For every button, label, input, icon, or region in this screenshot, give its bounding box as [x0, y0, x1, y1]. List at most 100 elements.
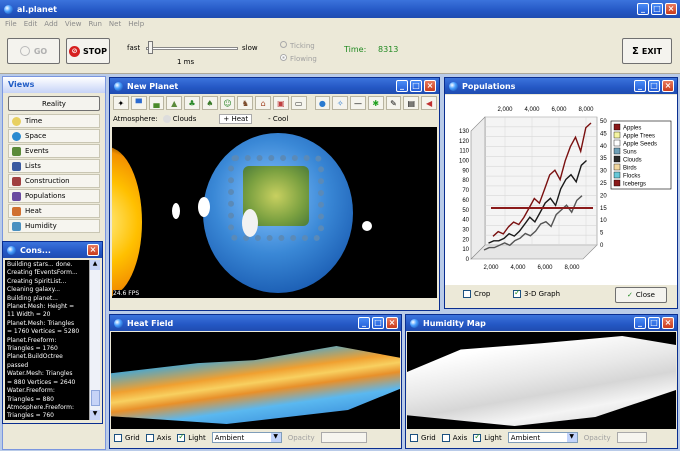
menu-view[interactable]: View [65, 20, 82, 28]
screen-tool[interactable]: ▭ [290, 96, 307, 110]
humidity-axis-checkbox[interactable]: Axis [441, 433, 467, 442]
close-button[interactable]: × [665, 3, 677, 15]
home-tool[interactable]: ⌂ [255, 96, 272, 110]
view-space[interactable]: Space [8, 129, 100, 143]
cloud-4 [362, 221, 372, 231]
exit-button[interactable]: Σ EXIT [622, 38, 672, 64]
spray-tool[interactable]: ✎ [385, 96, 402, 110]
heat-axis-checkbox[interactable]: Axis [145, 433, 171, 442]
view-time[interactable]: Time [8, 114, 100, 128]
views-header: Views [3, 77, 105, 93]
maximize-button[interactable]: □ [651, 3, 663, 15]
view-construction[interactable]: Construction [8, 174, 100, 188]
pop-minimize-button[interactable]: _ [634, 80, 646, 92]
menu-run[interactable]: Run [88, 20, 101, 28]
populations-title-bar: Populations _ □ × [445, 78, 677, 94]
clouds-button[interactable]: Clouds [162, 115, 196, 123]
globe-tool[interactable]: ● [314, 96, 331, 110]
pop-close-button[interactable]: × [662, 80, 674, 92]
view-heat[interactable]: Heat [8, 204, 100, 218]
reality-button[interactable]: Reality [8, 96, 100, 111]
heat-light-checkbox[interactable]: Light [177, 432, 206, 442]
terrain-tool[interactable]: ▲ [166, 96, 183, 110]
console-scrollbar[interactable]: ▲ ▼ [89, 260, 100, 420]
walker-tool[interactable]: ✱ [367, 96, 384, 110]
console-line: Planet.Mesh: Height = [7, 303, 75, 311]
planet-maximize-button[interactable]: □ [410, 80, 422, 92]
x-tick-bottom: 4,000 [510, 265, 526, 271]
graph3d-checkbox[interactable]: 3-D Graph [513, 288, 560, 298]
humidity-grid-checkbox[interactable]: Grid [410, 433, 436, 442]
menu-help[interactable]: Help [128, 20, 144, 28]
scroll-thumb[interactable] [91, 390, 100, 406]
heat-minimize-button[interactable]: _ [358, 317, 370, 329]
water-tool[interactable]: ▀ [130, 96, 147, 110]
humidity-minimize-button[interactable]: _ [634, 317, 646, 329]
y-tick-left: 90 [462, 168, 469, 174]
planet-viewport[interactable]: 24.6 FPS [112, 127, 437, 298]
view-events[interactable]: Events [8, 144, 100, 158]
heat-grid-checkbox[interactable]: Grid [114, 433, 140, 442]
y-tick-left: 130 [459, 129, 470, 135]
speed-slider-thumb[interactable] [148, 41, 153, 54]
heat-mode-select[interactable]: Ambient ▼ [211, 432, 282, 443]
menu-add[interactable]: Add [44, 20, 58, 28]
view-lists[interactable]: Lists [8, 159, 100, 173]
console-close-button[interactable]: × [87, 244, 99, 256]
plant-tool[interactable]: ♣ [184, 96, 200, 110]
sun [112, 147, 142, 297]
pointer-tool[interactable]: ✦ [113, 96, 129, 110]
speed-slider[interactable] [146, 47, 238, 50]
humidity-light-checkbox[interactable]: Light [473, 432, 502, 442]
back-tool[interactable]: ◀ [421, 96, 437, 110]
y-tick-right: 20 [600, 193, 607, 199]
slow-label: slow [242, 44, 258, 52]
console-line: Planet.BuildOctree [7, 353, 63, 361]
person-tool[interactable]: ☺ [219, 96, 236, 110]
image-tool[interactable]: ▣ [273, 96, 289, 110]
menu-net[interactable]: Net [109, 20, 121, 28]
orbit-tool[interactable]: ✧ [332, 96, 349, 110]
heat-viewport[interactable] [111, 332, 400, 429]
land-tool[interactable]: ▄ [148, 96, 165, 110]
humidity-opacity-slider[interactable] [616, 432, 647, 443]
tree-tool[interactable]: ♠ [201, 96, 218, 110]
humidity-viewport[interactable] [407, 332, 676, 429]
ticking-radio[interactable]: Ticking [280, 41, 315, 50]
scroll-down-button[interactable]: ▼ [90, 410, 100, 420]
stop-button[interactable]: ⊘ STOP [66, 38, 110, 64]
view-humidity[interactable]: Humidity [8, 219, 100, 233]
pop-maximize-button[interactable]: □ [648, 80, 660, 92]
humidity-mode-select[interactable]: Ambient ▼ [507, 432, 578, 443]
console-line: Creating fEventsForm... [7, 269, 78, 277]
humidity-maximize-button[interactable]: □ [648, 317, 660, 329]
populations-window: Populations _ □ × 130 120 110 100 90 80 70 60 50 40… [444, 77, 678, 309]
minimize-button[interactable]: _ [637, 3, 649, 15]
page-tool[interactable]: ▤ [403, 96, 420, 110]
animal-tool[interactable]: ♞ [237, 96, 254, 110]
planet-close-button[interactable]: × [424, 80, 436, 92]
scroll-up-button[interactable]: ▲ [90, 260, 100, 270]
heat-maximize-button[interactable]: □ [372, 317, 384, 329]
go-button[interactable]: GO [7, 38, 60, 64]
cloud-2 [172, 203, 180, 219]
planet-minimize-button[interactable]: _ [396, 80, 408, 92]
line-tool[interactable]: — [350, 96, 366, 110]
populations-close-button[interactable]: ✓ Close [615, 287, 667, 303]
crop-checkbox[interactable]: Crop [463, 290, 490, 298]
stop-icon: ⊘ [69, 45, 81, 57]
heat-button[interactable]: + Heat [219, 114, 253, 124]
console-icon [7, 245, 16, 255]
flowing-radio[interactable]: Flowing [280, 54, 317, 63]
console-line: 11 Width = 20 [7, 311, 51, 319]
menu-file[interactable]: File [5, 20, 17, 28]
view-populations[interactable]: Populations [8, 189, 100, 203]
console-line: Creating SpiritList... [7, 277, 67, 285]
speed-value: 1 ms [177, 58, 195, 66]
heat-close-button[interactable]: × [386, 317, 398, 329]
heat-opacity-slider[interactable] [320, 432, 367, 443]
humidity-close-button[interactable]: × [662, 317, 674, 329]
menu-edit[interactable]: Edit [24, 20, 38, 28]
cool-button[interactable]: - Cool [265, 115, 291, 123]
planet-window: New Planet _ □ × ✦ ▀ ▄ ▲ ♣ ♠ ☺ ♞ ⌂ ▣ ▭ ● ✧… [109, 77, 440, 311]
